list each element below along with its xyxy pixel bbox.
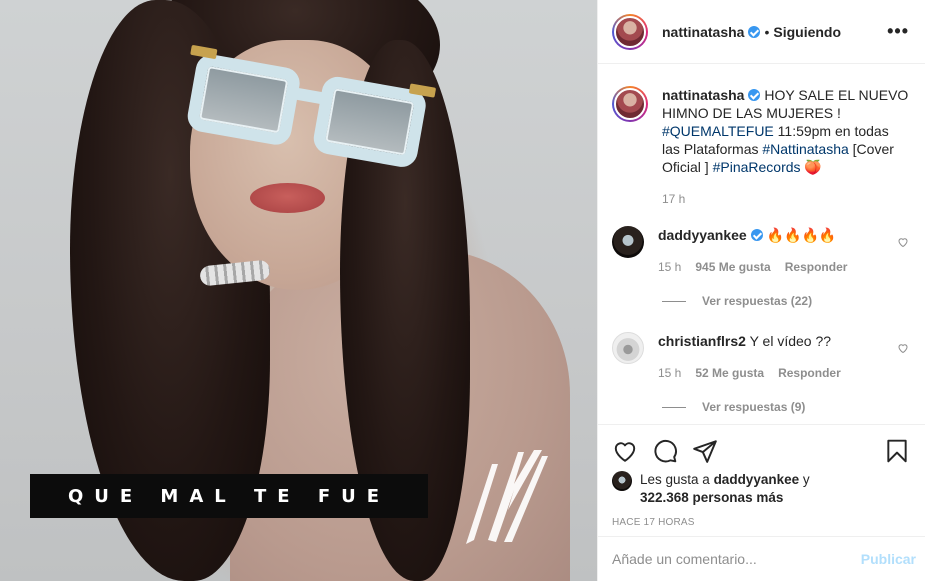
post-actions: Les gusta a daddyyankee y 322.368 person…	[598, 424, 925, 528]
view-replies-label[interactable]: Ver respuestas (22)	[702, 294, 812, 308]
comment-time[interactable]: 15 h	[658, 364, 681, 382]
comment-username[interactable]: christianflrs2	[658, 333, 746, 349]
bookmark-icon[interactable]	[884, 438, 910, 464]
comment-item: daddyyankee 🔥🔥🔥🔥 15 h 945 Me gusta Respo…	[612, 226, 909, 276]
view-replies-button[interactable]: Ver respuestas (9)	[662, 400, 909, 414]
comment-text: Y el vídeo ??	[749, 333, 832, 349]
comment-avatar[interactable]	[612, 332, 644, 364]
comment-avatar[interactable]	[612, 226, 644, 258]
comment-meta: 15 h 945 Me gusta Responder	[658, 258, 889, 276]
likes-text: Les gusta a daddyyankee y 322.368 person…	[640, 471, 810, 507]
comment-meta: 15 h 52 Me gusta Responder	[658, 364, 889, 382]
likes-count[interactable]: 322.368 personas más	[640, 490, 783, 505]
comment-likes[interactable]: 52 Me gusta	[695, 364, 764, 382]
verified-badge-icon	[748, 89, 761, 101]
comment-input[interactable]	[612, 551, 861, 567]
photo-glasses-detail	[190, 44, 218, 60]
post-header: nattinatasha • Siguiendo •••	[598, 0, 925, 64]
instagram-post-view: QUE MAL TE FUE nattinatasha • Siguiendo …	[0, 0, 925, 581]
caption-body: nattinatasha HOY SALE EL NUEVO HIMNO DE …	[662, 86, 909, 208]
post-side-panel: nattinatasha • Siguiendo ••• nattinatash…	[597, 0, 925, 581]
photo-lips	[250, 183, 325, 213]
view-replies-label[interactable]: Ver respuestas (9)	[702, 400, 805, 414]
verified-badge-icon	[750, 229, 763, 241]
reply-button[interactable]: Responder	[785, 258, 848, 276]
comment-username[interactable]: daddyyankee	[658, 227, 747, 243]
like-heart-icon[interactable]	[612, 438, 638, 464]
publish-button[interactable]: Publicar	[861, 551, 916, 567]
replies-line	[662, 406, 686, 408]
peach-emoji: 🍑	[804, 159, 822, 175]
caption-username[interactable]: nattinatasha	[662, 87, 744, 103]
action-icons-row	[612, 435, 910, 467]
likes-summary: Les gusta a daddyyankee y 322.368 person…	[612, 471, 910, 507]
comment-like-heart-icon[interactable]	[897, 236, 909, 248]
verified-badge-icon	[748, 25, 761, 38]
following-button[interactable]: Siguiendo	[773, 24, 841, 40]
hashtag-link[interactable]: #Nattinatasha	[762, 141, 848, 157]
add-comment-bar: Publicar	[598, 536, 925, 581]
liker-avatar[interactable]	[612, 471, 632, 491]
caption-author-avatar[interactable]	[612, 86, 648, 122]
photo-lens-left	[185, 52, 303, 148]
comment-like-heart-icon[interactable]	[897, 342, 909, 354]
author-avatar[interactable]	[612, 13, 648, 50]
view-replies-button[interactable]: Ver respuestas (22)	[662, 294, 909, 308]
comment-body: daddyyankee 🔥🔥🔥🔥 15 h 945 Me gusta Respo…	[658, 226, 889, 276]
comment-body: christianflrs2 Y el vídeo ?? 15 h 52 Me …	[658, 332, 889, 382]
caption-meta: 17 h	[662, 190, 909, 208]
comment-likes[interactable]: 945 Me gusta	[695, 258, 770, 276]
reply-button[interactable]: Responder	[778, 364, 841, 382]
comment-item: christianflrs2 Y el vídeo ?? 15 h 52 Me …	[612, 332, 909, 382]
replies-line	[662, 300, 686, 302]
more-horizontal-icon[interactable]: •••	[887, 21, 909, 42]
n-logo-icon	[466, 450, 548, 544]
comment-bubble-icon[interactable]	[652, 438, 678, 464]
post-timestamp[interactable]: HACE 17 HORAS	[612, 517, 910, 528]
liker-username[interactable]: daddyyankee	[714, 472, 800, 487]
hashtag-link[interactable]: #QUEMALTEFUE	[662, 123, 774, 139]
hashtag-link[interactable]: #PinaRecords	[713, 159, 801, 175]
likes-middle: y	[799, 472, 810, 487]
image-caption-bar: QUE MAL TE FUE	[30, 474, 428, 518]
caption-time[interactable]: 17 h	[662, 190, 685, 208]
likes-prefix: Les gusta a	[640, 472, 714, 487]
comment-time[interactable]: 15 h	[658, 258, 681, 276]
comments-list[interactable]: nattinatasha HOY SALE EL NUEVO HIMNO DE …	[598, 64, 925, 426]
author-username[interactable]: nattinatasha	[662, 24, 744, 40]
separator-dot: •	[764, 23, 770, 40]
share-paper-plane-icon[interactable]	[692, 438, 718, 464]
comment-text: 🔥🔥🔥🔥	[766, 227, 837, 243]
post-caption: nattinatasha HOY SALE EL NUEVO HIMNO DE …	[612, 86, 909, 208]
image-caption-text: QUE MAL TE FUE	[67, 485, 391, 507]
post-image[interactable]: QUE MAL TE FUE	[0, 0, 597, 581]
